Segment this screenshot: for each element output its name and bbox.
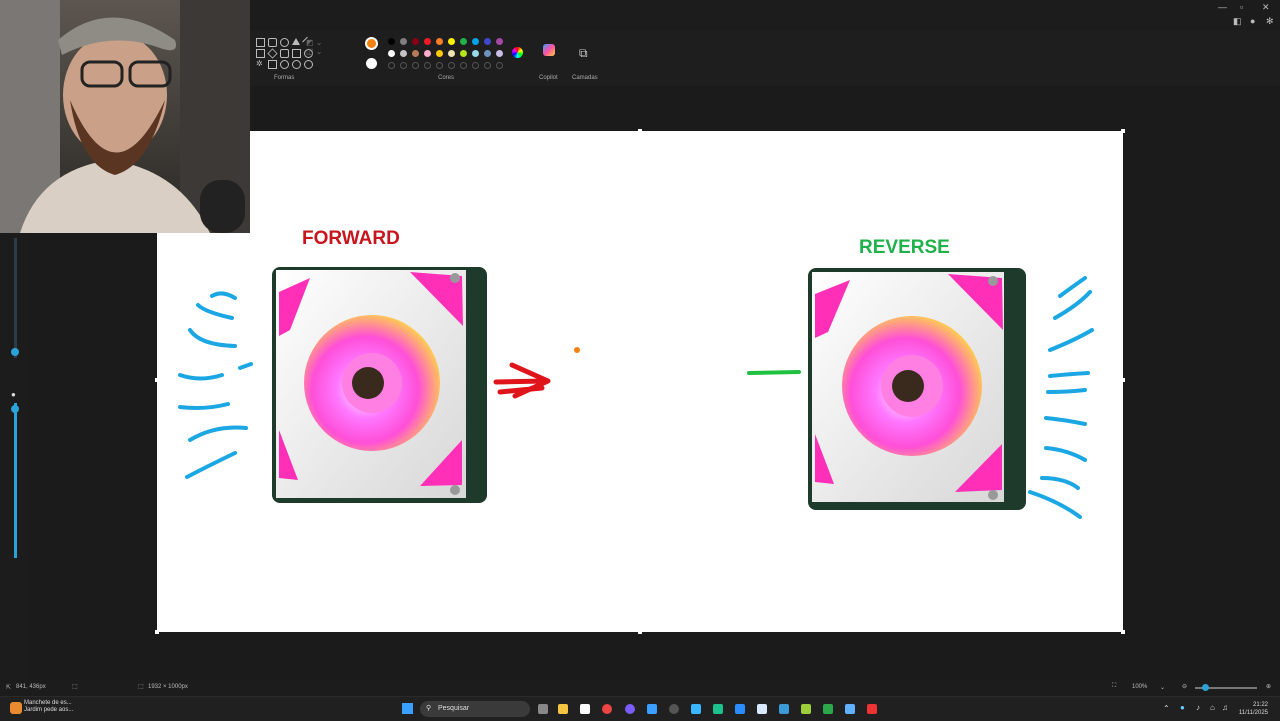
clock[interactable]: 21:22 11/11/2025	[1239, 701, 1268, 717]
selection-icon: ⬚	[72, 684, 78, 690]
app-icon-9[interactable]	[823, 704, 833, 714]
search-icon: ⚲	[426, 705, 432, 712]
canvas-size-icon: ⬚	[138, 684, 144, 690]
app-icon-7[interactable]	[779, 704, 789, 714]
reverse-direction-mark	[747, 370, 801, 375]
app-icon-3[interactable]	[691, 704, 701, 714]
news-subtitle: Jardim pede aos...	[24, 707, 74, 713]
status-bar: ⇱ 841, 436px ⬚ ⬚ 1932 × 1000px ⛶ 100% ⌄ …	[0, 680, 1280, 696]
reverse-label: REVERSE	[859, 237, 950, 258]
brush-size-thumb[interactable]	[11, 348, 19, 356]
app-icon-6[interactable]	[757, 704, 767, 714]
zoom-level[interactable]: 100%	[1132, 684, 1147, 690]
app-icon-4[interactable]	[713, 704, 723, 714]
brush-dot	[574, 347, 580, 353]
forward-fan-image	[272, 267, 487, 503]
zoom-dropdown-icon[interactable]: ⌄	[1160, 684, 1165, 691]
zoom-out-icon[interactable]: ⊖	[1182, 683, 1187, 690]
taskbar: Manchete de es... Jardim pede aos... ⚲ P…	[0, 696, 1280, 721]
cursor-position: 841, 436px	[16, 684, 46, 690]
tray-overflow-icon[interactable]: ⌃	[1163, 704, 1170, 713]
discord-icon[interactable]	[625, 704, 635, 714]
volume-icon[interactable]: ♫	[1222, 703, 1228, 712]
task-view-icon[interactable]	[538, 704, 548, 714]
news-widget-icon[interactable]	[10, 702, 22, 714]
clock-date: 11/11/2025	[1238, 710, 1268, 716]
tray-app-icon[interactable]: ●	[1180, 703, 1185, 712]
canvas-size: 1932 × 1000px	[148, 684, 188, 690]
app-icon-1[interactable]	[647, 704, 657, 714]
opacity-icon: ●	[11, 390, 16, 399]
left-toolbar: ●	[0, 233, 30, 680]
forward-airflow-lines	[178, 291, 253, 479]
app-icon-5[interactable]	[735, 704, 745, 714]
presenter-image	[0, 0, 250, 233]
brush-size-slider[interactable]	[14, 238, 17, 358]
reverse-airflow-lines	[1028, 276, 1094, 519]
reverse-fan-image	[808, 268, 1026, 510]
paint-app-icon[interactable]	[845, 704, 855, 714]
news-title: Manchete de es...	[24, 700, 72, 706]
opacity-thumb[interactable]	[11, 405, 19, 413]
app-icon-2[interactable]	[669, 704, 679, 714]
microphone-icon[interactable]: ♪	[1196, 703, 1200, 712]
search-placeholder: Pesquisar	[438, 705, 470, 712]
forward-label: FORWARD	[302, 228, 400, 249]
store-icon[interactable]	[580, 704, 590, 714]
zoom-in-icon[interactable]: ⊕	[1266, 683, 1271, 690]
forward-direction-arrow	[493, 362, 551, 399]
app-icon-8[interactable]	[801, 704, 811, 714]
chrome-icon[interactable]	[602, 704, 612, 714]
fit-to-window-icon[interactable]: ⛶	[1112, 683, 1116, 690]
taskbar-search[interactable]: ⚲ Pesquisar	[420, 701, 530, 717]
clock-time: 21:22	[1252, 702, 1268, 708]
cursor-icon: ⇱	[6, 685, 12, 691]
webcam-overlay	[0, 0, 250, 233]
file-explorer-icon[interactable]	[558, 704, 568, 714]
zoom-slider-thumb[interactable]	[1202, 684, 1209, 691]
start-button-icon[interactable]	[402, 703, 413, 714]
app-icon-10[interactable]	[867, 704, 877, 714]
opacity-slider[interactable]	[14, 403, 17, 558]
network-icon[interactable]: ⌂	[1210, 703, 1215, 712]
news-widget[interactable]: Manchete de es... Jardim pede aos...	[24, 700, 73, 714]
